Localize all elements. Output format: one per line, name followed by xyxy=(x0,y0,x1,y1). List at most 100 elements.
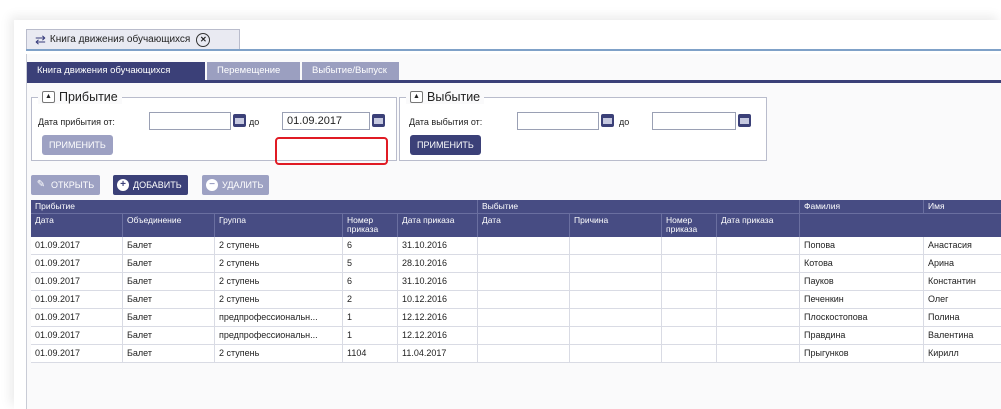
col-order-date[interactable]: Дата приказа xyxy=(398,214,478,237)
departure-legend: ▲ Выбытие xyxy=(406,90,485,104)
table-cell: Балет xyxy=(123,345,215,362)
table-cell xyxy=(717,273,800,290)
col-association[interactable]: Объединение xyxy=(123,214,215,237)
tab-book[interactable]: Книга движения обучающихся xyxy=(27,62,205,80)
plus-icon: + xyxy=(117,179,129,191)
tab-transfer[interactable]: Перемещение xyxy=(207,62,300,80)
calendar-icon[interactable] xyxy=(738,114,751,127)
table-cell: 6 xyxy=(343,237,398,254)
departure-from-input[interactable] xyxy=(517,112,599,130)
table-cell: 2 xyxy=(343,291,398,308)
table-cell: 1 xyxy=(343,309,398,326)
table-cell xyxy=(570,291,662,308)
table-row[interactable]: 01.09.2017 Балет 2 ступень 6 31.10.2016 Пауко… xyxy=(31,273,1001,291)
departure-filter: ▲ Выбытие Дата выбытия от: до ПРИМЕНИТЬ xyxy=(399,90,767,161)
table-cell xyxy=(662,291,717,308)
arrival-to-input[interactable]: 01.09.2017 xyxy=(282,112,370,130)
table-row[interactable]: 01.09.2017 Балет предпрофессиональн... 1 12.… xyxy=(31,309,1001,327)
tab-dropout[interactable]: Выбытие/Выпуск xyxy=(302,62,399,80)
col-departure-date[interactable]: Дата xyxy=(478,214,570,237)
delete-button[interactable]: − УДАЛИТЬ xyxy=(202,175,270,195)
close-icon[interactable]: ✕ xyxy=(196,32,211,47)
table-row[interactable]: 01.09.2017 Балет 2 ступень 1104 11.04.2017 Пр… xyxy=(31,345,1001,363)
add-button-label: ДОБАВИТЬ xyxy=(133,180,182,190)
col-reason[interactable]: Причина xyxy=(570,214,662,237)
table-row[interactable]: 01.09.2017 Балет 2 ступень 2 10.12.2016 Печен… xyxy=(31,291,1001,309)
table-cell xyxy=(662,255,717,272)
table-row[interactable]: 01.09.2017 Балет предпрофессиональн... 1 12.… xyxy=(31,327,1001,345)
table-cell: Анастасия xyxy=(924,237,1001,254)
table-cell xyxy=(570,273,662,290)
table-cell: 11.04.2017 xyxy=(398,345,478,362)
open-button[interactable]: ✎ ОТКРЫТЬ xyxy=(31,175,101,195)
table-cell: предпрофессиональн... xyxy=(215,309,343,326)
calendar-icon[interactable] xyxy=(601,114,614,127)
table-cell: 2 ступень xyxy=(215,255,343,272)
table-cell: 31.10.2016 xyxy=(398,273,478,290)
table-cell: Арина xyxy=(924,255,1001,272)
departure-to-label: до xyxy=(619,117,630,127)
table-cell: 01.09.2017 xyxy=(31,345,123,362)
table-cell: 2 ступень xyxy=(215,345,343,362)
departure-apply-button[interactable]: ПРИМЕНИТЬ xyxy=(410,135,481,155)
edit-icon: ✎ xyxy=(36,179,46,190)
table-cell: 1 xyxy=(343,327,398,344)
toolbar: ✎ ОТКРЫТЬ + ДОБАВИТЬ − УДАЛИТЬ xyxy=(31,175,431,197)
main-panel: Книга движения обучающихся Перемещение В… xyxy=(26,54,1001,409)
collapse-icon[interactable]: ▲ xyxy=(42,91,55,103)
table-cell xyxy=(717,291,800,308)
table-cell: 12.12.2016 xyxy=(398,309,478,326)
table-cell: Балет xyxy=(123,237,215,254)
table-cell: Прыгунков xyxy=(800,345,924,362)
table-cell: Балет xyxy=(123,327,215,344)
table-cell: Попова xyxy=(800,237,924,254)
table-cell: Олег xyxy=(924,291,1001,308)
table-cell xyxy=(570,327,662,344)
table-cell: 1104 xyxy=(343,345,398,362)
table-cell: Балет xyxy=(123,255,215,272)
table-cell: 2 ступень xyxy=(215,291,343,308)
table-row[interactable]: 01.09.2017 Балет 2 ступень 6 31.10.2016 Попов… xyxy=(31,237,1001,255)
table-cell: Печенкин xyxy=(800,291,924,308)
table-cell xyxy=(717,237,800,254)
departure-from-label: Дата выбытия от: xyxy=(409,117,483,127)
table-cell: Балет xyxy=(123,273,215,290)
table-cell: 01.09.2017 xyxy=(31,237,123,254)
table-cell: Кирилл xyxy=(924,345,1001,362)
table-cell: Полина xyxy=(924,309,1001,326)
arrival-to-label: до xyxy=(249,117,260,127)
table-cell: предпрофессиональн... xyxy=(215,327,343,344)
table-cell xyxy=(662,327,717,344)
arrival-apply-button[interactable]: ПРИМЕНИТЬ xyxy=(42,135,113,155)
tab-bar: Книга движения обучающихся Перемещение В… xyxy=(27,62,1001,83)
collapse-icon[interactable]: ▲ xyxy=(410,91,423,103)
table-cell xyxy=(717,345,800,362)
table-cell xyxy=(717,309,800,326)
table-cell xyxy=(570,309,662,326)
table-cell: 01.09.2017 xyxy=(31,273,123,290)
table-row[interactable]: 01.09.2017 Балет 2 ступень 5 28.10.2016 Котов… xyxy=(31,255,1001,273)
table-cell xyxy=(478,345,570,362)
table-group-header: Прибытие Выбытие Фамилия Имя xyxy=(31,200,1001,237)
col-order-number[interactable]: Номер приказа xyxy=(343,214,398,237)
table-cell: Валентина xyxy=(924,327,1001,344)
arrival-from-label: Дата прибытия от: xyxy=(38,117,115,127)
table-cell: 01.09.2017 xyxy=(31,255,123,272)
col-dep-order-date[interactable]: Дата приказа xyxy=(717,214,800,237)
calendar-icon[interactable] xyxy=(372,114,385,127)
window-tab[interactable]: ⇄ Книга движения обучающихся ✕ xyxy=(26,29,240,49)
add-button[interactable]: + ДОБАВИТЬ xyxy=(113,175,188,195)
table-cell: Котова xyxy=(800,255,924,272)
calendar-icon[interactable] xyxy=(233,114,246,127)
highlight-box xyxy=(275,137,388,165)
arrival-legend-text: Прибытие xyxy=(59,90,118,104)
table-cell: Правдина xyxy=(800,327,924,344)
students-table: Прибытие Выбытие Фамилия Имя Дата Объеди… xyxy=(31,200,1001,363)
col-arrival-date[interactable]: Дата xyxy=(31,214,123,237)
arrival-from-input[interactable] xyxy=(149,112,231,130)
col-group[interactable]: Группа xyxy=(215,214,343,237)
table-cell xyxy=(478,255,570,272)
table-cell: 5 xyxy=(343,255,398,272)
col-dep-order-number[interactable]: Номер приказа xyxy=(662,214,717,237)
departure-to-input[interactable] xyxy=(652,112,736,130)
